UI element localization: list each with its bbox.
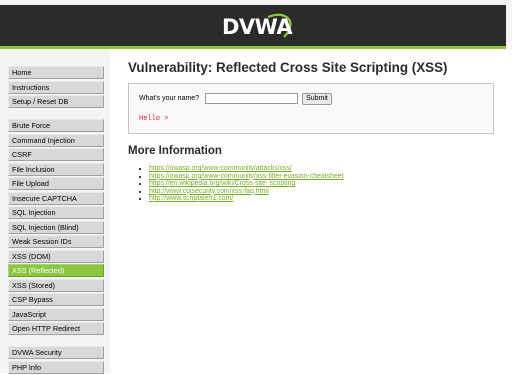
sidebar-item-xss-dom[interactable]: XSS (DOM): [8, 249, 104, 263]
more-info-link[interactable]: https://en.wikipedia.org/wiki/Cross-site…: [149, 180, 295, 187]
more-info-links: https://owasp.org/www-community/attacks/…: [138, 165, 344, 203]
sidebar-item-csrf[interactable]: CSRF: [8, 148, 104, 161]
sidebar-item-csp-bypass[interactable]: CSP Bypass: [8, 293, 104, 306]
name-input[interactable]: [205, 93, 298, 104]
sidebar-item-setup-reset-db[interactable]: Setup / Reset DB: [8, 95, 104, 108]
sidebar-item-xss-stored[interactable]: XSS (Stored): [8, 278, 104, 292]
more-info-link[interactable]: http://www.cgisecurity.com/xss-faq.html: [149, 188, 269, 195]
sidebar-item-open-http-redirect[interactable]: Open HTTP Redirect: [8, 322, 104, 335]
page-edge: [506, 49, 512, 373]
list-item: http://www.scriptalert1.com/: [149, 195, 344, 203]
sidebar-item-file-upload[interactable]: File Upload: [8, 177, 104, 190]
logo-text: DVWA: [222, 15, 293, 39]
sidebar-item-command-injection[interactable]: Command Injection: [8, 133, 104, 147]
vulnerability-form-box: What's your name? Submit Hello >: [128, 83, 494, 134]
sidebar-item-xss-reflected[interactable]: XSS (Reflected): [8, 264, 104, 277]
sidebar-item-home[interactable]: Home: [8, 66, 104, 79]
sidebar-item-php-info[interactable]: PHP Info: [8, 360, 104, 374]
header-band: DVWA: [0, 5, 506, 49]
sidebar-item-brute-force[interactable]: Brute Force: [8, 119, 104, 132]
sidebar-item-javascript[interactable]: JavaScript: [8, 307, 104, 321]
nav-group-main: Home Instructions Setup / Reset DB: [8, 66, 104, 110]
nav-group-settings: DVWA Security PHP Info: [8, 346, 104, 375]
sidebar-item-dvwa-security[interactable]: DVWA Security: [8, 346, 104, 359]
sidebar-item-sql-injection-blind[interactable]: SQL Injection (Blind): [8, 220, 104, 234]
list-item: https://owasp.org/www-community/xss-filt…: [149, 173, 344, 181]
sidebar-item-instructions[interactable]: Instructions: [8, 80, 104, 94]
list-item: http://www.cgisecurity.com/xss-faq.html: [149, 188, 344, 196]
reflected-output: Hello >: [139, 115, 169, 123]
sidebar: Home Instructions Setup / Reset DB Brute F…: [0, 49, 110, 375]
sidebar-item-sql-injection[interactable]: SQL Injection: [8, 206, 104, 219]
dvwa-logo: DVWA: [218, 13, 298, 43]
sidebar-item-file-inclusion[interactable]: File Inclusion: [8, 162, 104, 176]
sidebar-item-insecure-captcha[interactable]: Insecure CAPTCHA: [8, 191, 104, 205]
sidebar-item-weak-session-ids[interactable]: Weak Session IDs: [8, 235, 104, 248]
submit-button[interactable]: Submit: [302, 93, 332, 105]
page-title: Vulnerability: Reflected Cross Site Scri…: [128, 60, 448, 75]
name-label: What's your name?: [139, 95, 200, 102]
nav-group-vulnerabilities: Brute Force Command Injection CSRF File Inc…: [8, 119, 104, 337]
header: DVWA: [0, 0, 512, 49]
more-info-heading: More Information: [128, 145, 222, 157]
list-item: https://owasp.org/www-community/attacks/…: [149, 165, 344, 173]
main-content: Vulnerability: Reflected Cross Site Scri…: [110, 49, 506, 373]
more-info-link[interactable]: https://owasp.org/www-community/xss-filt…: [149, 173, 344, 180]
list-item: https://en.wikipedia.org/wiki/Cross-site…: [149, 180, 344, 188]
more-info-link[interactable]: https://owasp.org/www-community/attacks/…: [149, 165, 292, 172]
more-info-link[interactable]: http://www.scriptalert1.com/: [149, 195, 233, 202]
